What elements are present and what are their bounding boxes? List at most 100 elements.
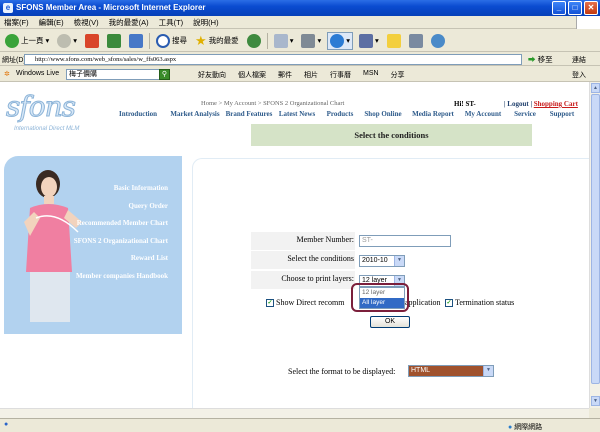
crumb-account[interactable]: My Account <box>224 100 256 107</box>
search-button[interactable]: 搜尋 <box>154 32 189 50</box>
side-panel: Basic Information Query Order Recommende… <box>4 156 182 334</box>
menu-bar: 檔案(F) 編輯(E) 檢視(V) 我的最愛(A) 工具(T) 說明(H) <box>0 16 600 29</box>
menu-edit[interactable]: 編輯(E) <box>39 17 64 28</box>
sidenav-org-chart[interactable]: SFONS 2 Organizational Chart <box>74 237 168 255</box>
vertical-scrollbar[interactable]: ▲ ▼ <box>589 82 600 408</box>
globe-icon: ● <box>508 424 513 431</box>
live-search-button[interactable]: ⚲ <box>159 69 170 80</box>
history-icon <box>246 33 261 48</box>
nav-introduction[interactable]: Introduction <box>112 110 164 118</box>
menu-tools[interactable]: 工具(T) <box>159 17 184 28</box>
link-mail[interactable]: 郵件 <box>278 70 292 80</box>
forward-arrow-icon <box>57 33 72 48</box>
folder-icon <box>386 33 401 48</box>
address-label: 網址(D) <box>2 57 26 64</box>
minimize-button[interactable]: _ <box>552 1 566 15</box>
print-button[interactable]: ▾ <box>299 32 323 50</box>
ok-button[interactable]: OK <box>370 316 410 328</box>
layers-label: Choose to print layers: <box>281 274 354 283</box>
signin-link[interactable]: 登入 <box>572 70 586 80</box>
scroll-thumb[interactable] <box>591 94 600 384</box>
messenger-button[interactable]: ▾ <box>327 31 353 50</box>
standard-toolbar: 上一頁 ▾ ▾ 搜尋 ★ 我的最愛 ▾ ▾ ▾ ▾ <box>0 30 600 52</box>
windows-live-icon: ✲ <box>4 71 10 78</box>
stop-button[interactable] <box>83 32 101 50</box>
sidenav-reward-list[interactable]: Reward List <box>74 254 168 272</box>
sidenav-basic-info[interactable]: Basic Information <box>74 184 168 202</box>
back-arrow-icon <box>5 33 19 48</box>
link-friends[interactable]: 好友動向 <box>198 70 226 80</box>
menu-file[interactable]: 檔案(F) <box>4 17 29 28</box>
internet-zone: ● 網際網路 <box>508 424 543 431</box>
home-button[interactable] <box>127 32 145 50</box>
link-calendar[interactable]: 行事曆 <box>330 70 351 80</box>
back-button[interactable]: 上一頁 ▾ <box>3 32 51 50</box>
research-button[interactable] <box>407 32 425 50</box>
breadcrumb: Home > My Account > SFONS 2 Organization… <box>201 100 345 107</box>
link-photos[interactable]: 相片 <box>304 70 318 80</box>
stop-icon <box>85 33 100 48</box>
home-icon <box>129 33 144 48</box>
member-number-label: Member Number: <box>296 235 354 244</box>
go-button[interactable]: ➡ 移至 <box>528 54 553 65</box>
shopping-cart-link[interactable]: Shopping Cart <box>534 100 578 108</box>
history-button[interactable] <box>245 32 263 50</box>
scroll-up-icon[interactable]: ▲ <box>591 83 600 93</box>
crumb-current: SFONS 2 Organizational Chart <box>263 100 345 107</box>
format-label: Select the format to be displayed: <box>288 367 396 376</box>
address-input[interactable]: http://www.sfons.com/web_sfons/sales/w_f… <box>24 54 522 65</box>
sidenav-recommended-chart[interactable]: Recommended Member Chart <box>74 219 168 237</box>
nav-products[interactable]: Products <box>320 110 360 118</box>
nav-latest-news[interactable]: Latest News <box>274 110 320 118</box>
address-bar: 網址(D) http://www.sfons.com/web_sfons/sal… <box>0 52 600 66</box>
menu-view[interactable]: 檢視(V) <box>74 17 99 28</box>
windows-live-label[interactable]: Windows Live <box>16 70 59 77</box>
search-icon <box>156 33 171 48</box>
live-search-input[interactable]: 梅子價購 <box>66 69 170 80</box>
link-share[interactable]: 分享 <box>391 70 405 80</box>
user-greeting: Hi! ST- <box>454 100 476 108</box>
member-number-field[interactable]: ST- <box>359 235 451 247</box>
crumb-home[interactable]: Home <box>201 100 217 107</box>
nav-brand-features[interactable]: Brand Features <box>224 110 274 118</box>
ie-icon: e <box>3 3 13 13</box>
sidenav-handbook[interactable]: Member companies Handbook <box>74 272 168 290</box>
show-direct-checkbox[interactable]: ✓ <box>266 299 274 307</box>
nav-my-account[interactable]: My Account <box>460 110 506 118</box>
link-profile[interactable]: 個人檔案 <box>238 70 266 80</box>
bluetooth-button[interactable] <box>429 32 447 50</box>
print-icon <box>301 33 316 48</box>
horizontal-scrollbar[interactable] <box>0 408 589 418</box>
forward-button[interactable]: ▾ <box>55 32 79 50</box>
refresh-icon <box>107 33 122 48</box>
edit-button[interactable]: ▾ <box>357 32 381 50</box>
research-icon <box>408 33 423 48</box>
conditions-label: Select the conditions <box>287 254 354 263</box>
nav-service[interactable]: Service <box>506 110 544 118</box>
menu-help[interactable]: 說明(H) <box>193 17 218 28</box>
messenger-icon <box>330 33 345 48</box>
conditions-select[interactable]: 2010-10 ▼ <box>359 255 405 267</box>
link-msn[interactable]: MSN <box>363 70 379 80</box>
favorites-button[interactable]: ★ 我的最愛 <box>193 32 241 50</box>
mail-button[interactable]: ▾ <box>272 32 296 50</box>
refresh-button[interactable] <box>105 32 123 50</box>
termination-checkbox[interactable]: ✓ <box>445 299 453 307</box>
maximize-button[interactable]: □ <box>568 1 582 15</box>
termination-label: Termination status <box>455 298 515 307</box>
folder-button[interactable] <box>385 32 403 50</box>
format-select[interactable]: HTML ▼ <box>408 365 494 377</box>
menu-favorites[interactable]: 我的最愛(A) <box>109 17 149 28</box>
nav-shop-online[interactable]: Shop Online <box>360 110 406 118</box>
show-direct-label: Show Direct recomm <box>276 298 345 307</box>
close-button[interactable]: ✕ <box>584 1 598 15</box>
logout-link[interactable]: Logout <box>507 100 528 108</box>
scroll-down-icon[interactable]: ▼ <box>591 396 600 406</box>
sidenav-query-order[interactable]: Query Order <box>74 202 168 220</box>
nav-support[interactable]: Support <box>544 110 580 118</box>
links-toolbar: ✲ Windows Live 梅子價購 ⚲ 好友動向 個人檔案 郵件 相片 行事… <box>0 67 600 82</box>
nav-market-analysis[interactable]: Market Analysis <box>166 110 224 118</box>
nav-media-report[interactable]: Media Report <box>406 110 460 118</box>
links-label[interactable]: 連結 <box>572 55 586 65</box>
highlight-ring <box>351 283 409 312</box>
